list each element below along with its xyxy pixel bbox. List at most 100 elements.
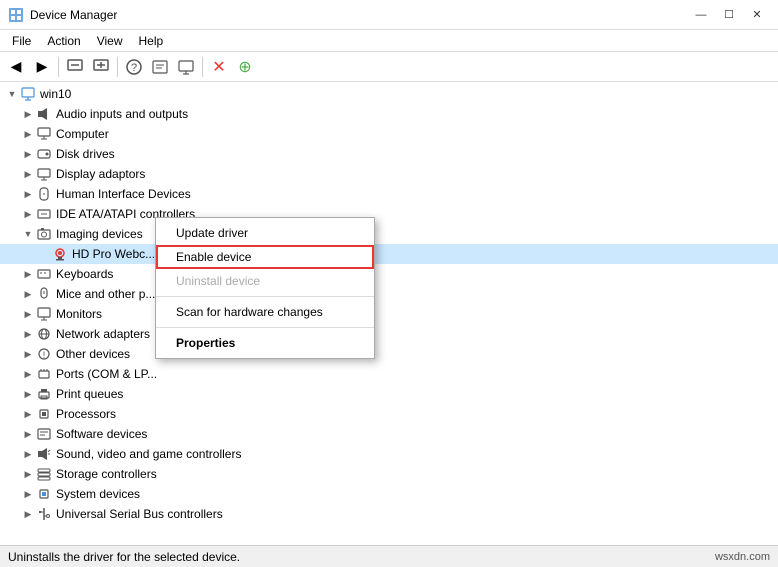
tree-item-sound[interactable]: ▶ Sound, video and game controllers (0, 444, 778, 464)
keyboard-icon (36, 266, 52, 282)
hid-icon (36, 186, 52, 202)
svg-text:?: ? (131, 62, 137, 74)
tree-item-display[interactable]: ▶ Display adaptors (0, 164, 778, 184)
system-label: System devices (56, 487, 140, 501)
tree-item-usb[interactable]: ▶ Universal Serial Bus controllers (0, 504, 778, 524)
tree-item-system[interactable]: ▶ System devices (0, 484, 778, 504)
display-label: Display adaptors (56, 167, 145, 181)
menu-file[interactable]: File (4, 32, 39, 50)
expand-arrow-system: ▶ (20, 486, 36, 502)
status-right-text: wsxdn.com (715, 551, 770, 563)
other-icon: ! (36, 346, 52, 362)
sound-label: Sound, video and game controllers (56, 447, 241, 461)
toolbar: ◀ ▶ ? ✕ ⊕ (0, 52, 778, 82)
menu-help[interactable]: Help (131, 32, 172, 50)
tree-item-ports[interactable]: ▶ Ports (COM & LP... (0, 364, 778, 384)
mouse-label: Mice and other p... (56, 287, 155, 301)
menu-bar: File Action View Help (0, 30, 778, 52)
usb-label: Universal Serial Bus controllers (56, 507, 223, 521)
tree-item-storage[interactable]: ▶ Storage controllers (0, 464, 778, 484)
keyboard-label: Keyboards (56, 267, 113, 281)
expand-arrow-imaging: ▼ (20, 226, 36, 242)
tree-item-print[interactable]: ▶ Print queues (0, 384, 778, 404)
toolbar-expand[interactable] (89, 55, 113, 79)
disk-label: Disk drives (56, 147, 115, 161)
ctx-separator-2 (156, 327, 374, 328)
maximize-button[interactable]: ☐ (716, 5, 742, 25)
menu-action[interactable]: Action (39, 32, 88, 50)
system-icon (36, 486, 52, 502)
ctx-uninstall-device[interactable]: Uninstall device (156, 269, 374, 293)
expand-arrow-sound: ▶ (20, 446, 36, 462)
ports-label: Ports (COM & LP... (56, 367, 157, 381)
toolbar-remove[interactable]: ✕ (207, 55, 231, 79)
menu-view[interactable]: View (89, 32, 131, 50)
sound-icon (36, 446, 52, 462)
tree-item-disk[interactable]: ▶ Disk drives (0, 144, 778, 164)
computer-tree-icon (36, 126, 52, 142)
toolbar-back[interactable]: ◀ (4, 55, 28, 79)
toolbar-help[interactable]: ? (122, 55, 146, 79)
other-label: Other devices (56, 347, 130, 361)
software-label: Software devices (56, 427, 147, 441)
storage-icon (36, 466, 52, 482)
ctx-update-driver[interactable]: Update driver (156, 221, 374, 245)
minimize-button[interactable]: — (688, 5, 714, 25)
disk-icon (36, 146, 52, 162)
expand-arrow-processors: ▶ (20, 406, 36, 422)
tree-item-processors[interactable]: ▶ Processors (0, 404, 778, 424)
tree-item-webcam[interactable]: HD Pro Webc... (0, 244, 778, 264)
tree-item-keyboard[interactable]: ▶ Keyboards (0, 264, 778, 284)
processors-label: Processors (56, 407, 116, 421)
expand-arrow-monitors: ▶ (20, 306, 36, 322)
tree-item-ide[interactable]: ▶ IDE ATA/ATAPI controllers (0, 204, 778, 224)
webcam-icon (52, 246, 68, 262)
toolbar-collapse[interactable] (63, 55, 87, 79)
window-title: Device Manager (30, 8, 688, 22)
usb-icon (36, 506, 52, 522)
expand-arrow-print: ▶ (20, 386, 36, 402)
expand-arrow-other: ▶ (20, 346, 36, 362)
tree-item-network[interactable]: ▶ Network adapters (0, 324, 778, 344)
imaging-label: Imaging devices (56, 227, 143, 241)
context-menu: Update driver Enable device Uninstall de… (155, 217, 375, 359)
tree-item-mouse[interactable]: ▶ Mice and other p... (0, 284, 778, 304)
ctx-separator-1 (156, 296, 374, 297)
audio-icon (36, 106, 52, 122)
print-label: Print queues (56, 387, 123, 401)
tree-item-other[interactable]: ▶ ! Other devices (0, 344, 778, 364)
ide-icon (36, 206, 52, 222)
expand-arrow-ports: ▶ (20, 366, 36, 382)
toolbar-device-props[interactable] (148, 55, 172, 79)
expand-arrow-root: ▼ (4, 86, 20, 102)
expand-arrow-disk: ▶ (20, 146, 36, 162)
device-tree[interactable]: ▼ win10 ▶ Audio inputs and outputs ▶ (0, 82, 778, 545)
tree-item-software[interactable]: ▶ Software devices (0, 424, 778, 444)
mouse-icon (36, 286, 52, 302)
title-bar: Device Manager — ☐ ✕ (0, 0, 778, 30)
expand-arrow-ide: ▶ (20, 206, 36, 222)
tree-item-monitors[interactable]: ▶ Monitors (0, 304, 778, 324)
tree-root[interactable]: ▼ win10 (0, 84, 778, 104)
status-text: Uninstalls the driver for the selected d… (8, 550, 240, 564)
window-controls: — ☐ ✕ (688, 5, 770, 25)
computer-icon (20, 86, 36, 102)
tree-item-audio[interactable]: ▶ Audio inputs and outputs (0, 104, 778, 124)
processor-icon (36, 406, 52, 422)
tree-item-hid[interactable]: ▶ Human Interface Devices (0, 184, 778, 204)
expand-arrow-software: ▶ (20, 426, 36, 442)
ctx-properties[interactable]: Properties (156, 331, 374, 355)
toolbar-add[interactable]: ⊕ (233, 55, 257, 79)
toolbar-forward[interactable]: ▶ (30, 55, 54, 79)
tree-root-label: win10 (40, 87, 71, 101)
toolbar-monitor[interactable] (174, 55, 198, 79)
ctx-scan-hardware[interactable]: Scan for hardware changes (156, 300, 374, 324)
ctx-enable-device[interactable]: Enable device (156, 245, 374, 269)
tree-item-imaging[interactable]: ▼ Imaging devices (0, 224, 778, 244)
monitor-icon (36, 306, 52, 322)
toolbar-separator-1 (58, 57, 59, 77)
close-button[interactable]: ✕ (744, 5, 770, 25)
expand-arrow-display: ▶ (20, 166, 36, 182)
tree-item-computer[interactable]: ▶ Computer (0, 124, 778, 144)
toolbar-separator-3 (202, 57, 203, 77)
